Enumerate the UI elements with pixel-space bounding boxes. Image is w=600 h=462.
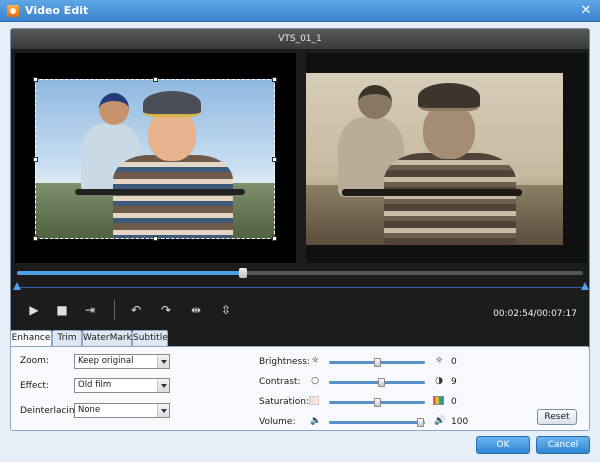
tab-trim[interactable]: Trim: [52, 330, 82, 346]
deinterlacing-select-value: None: [78, 405, 101, 415]
saturation-value: 0: [451, 397, 457, 407]
deinterlacing-select[interactable]: None: [74, 403, 170, 418]
tab-enhance[interactable]: Enhance: [10, 330, 52, 347]
chevron-down-icon[interactable]: [157, 404, 169, 417]
zoom-select[interactable]: Keep original: [74, 354, 170, 369]
enhance-panel: Zoom: Keep original Effect: Old film Dei…: [10, 346, 590, 431]
brightness-slider[interactable]: [329, 358, 425, 367]
brightness-slider-thumb[interactable]: [374, 358, 381, 367]
original-preview[interactable]: [15, 53, 296, 263]
scene-adult-head: [358, 85, 392, 119]
effect-select[interactable]: Old film: [74, 378, 170, 393]
effect-label: Effect:: [20, 381, 49, 391]
contrast-value: 9: [451, 377, 457, 387]
app-icon: [7, 5, 19, 17]
crop-handle-bottom[interactable]: [153, 236, 158, 241]
saturation-slider[interactable]: [329, 398, 425, 407]
volume-low-icon: 🔈: [310, 416, 322, 426]
saturation-slider-thumb[interactable]: [374, 398, 381, 407]
scene-bike-handlebar: [342, 189, 522, 196]
saturation-high-icon: [433, 396, 444, 405]
progress-fill: [17, 271, 244, 275]
tab-watermark[interactable]: WaterMark: [82, 330, 132, 346]
brightness-value: 0: [451, 357, 457, 367]
tab-subtitle[interactable]: Subtitle: [132, 330, 168, 346]
contrast-label: Contrast:: [259, 377, 301, 387]
crop-handle-top-left[interactable]: [33, 77, 38, 82]
volume-slider-thumb[interactable]: [417, 418, 425, 427]
volume-high-icon: 🔊: [434, 416, 446, 426]
output-video-frame: [306, 73, 563, 245]
video-player: VTS_01_1 ▶ ■ ⇥ ↶ ↷ ⇹ ⇳ 00:02:54/00:07:17: [10, 28, 590, 350]
effect-select-value: Old film: [78, 380, 112, 390]
saturation-label: Saturation:: [259, 397, 309, 407]
time-display: 00:02:54/00:07:17: [493, 309, 577, 319]
crop-handle-right[interactable]: [272, 157, 277, 162]
stop-icon[interactable]: ■: [53, 301, 71, 319]
brightness-low-icon: ☼: [310, 356, 320, 366]
video-file-name: VTS_01_1: [11, 29, 589, 49]
crop-handle-bottom-right[interactable]: [272, 236, 277, 241]
zoom-label: Zoom:: [20, 356, 49, 366]
window-title: Video Edit: [25, 4, 89, 17]
main-area: VTS_01_1 ▶ ■ ⇥ ↶ ↷ ⇹ ⇳ 00:02:54/00:07:17…: [0, 22, 600, 462]
volume-slider[interactable]: [329, 418, 425, 427]
zoom-select-value: Keep original: [78, 356, 134, 366]
flip-vertical-icon[interactable]: ⇳: [217, 301, 235, 319]
trim-end-marker[interactable]: [581, 282, 589, 290]
brightness-high-icon: ☼: [434, 356, 444, 366]
volume-label: Volume:: [259, 417, 296, 427]
trim-start-marker[interactable]: [13, 282, 21, 290]
progress-slider[interactable]: [17, 268, 583, 278]
close-button[interactable]: ✕: [578, 3, 594, 18]
crop-handle-left[interactable]: [33, 157, 38, 162]
rotate-left-icon[interactable]: ↶: [127, 301, 145, 319]
contrast-slider[interactable]: [329, 378, 425, 387]
brightness-label: Brightness:: [259, 357, 310, 367]
output-preview: [306, 53, 587, 263]
scene-child-shirt: [384, 153, 516, 245]
crop-handle-bottom-left[interactable]: [33, 236, 38, 241]
title-bar: Video Edit ✕: [0, 0, 600, 22]
contrast-slider-thumb[interactable]: [377, 378, 385, 387]
contrast-high-icon: ◑: [435, 376, 443, 386]
chevron-down-icon[interactable]: [157, 355, 169, 368]
volume-value: 100: [451, 417, 469, 427]
trim-range-track[interactable]: [17, 287, 583, 288]
contrast-low-icon: ○: [311, 376, 319, 386]
snapshot-icon[interactable]: ⇥: [81, 301, 99, 319]
cancel-button[interactable]: Cancel: [536, 436, 590, 454]
saturation-low-icon: [309, 396, 319, 405]
crop-handle-top[interactable]: [153, 77, 158, 82]
chevron-down-icon[interactable]: [157, 379, 169, 392]
play-icon[interactable]: ▶: [25, 301, 43, 319]
crop-handle-top-right[interactable]: [272, 77, 277, 82]
scene-child-helmet: [418, 83, 480, 111]
ok-button[interactable]: OK: [476, 436, 530, 454]
reset-button[interactable]: Reset: [537, 409, 577, 425]
flip-horizontal-icon[interactable]: ⇹: [187, 301, 205, 319]
progress-thumb[interactable]: [239, 268, 248, 278]
scene-child-face: [423, 103, 475, 159]
crop-frame[interactable]: [33, 77, 277, 241]
toolbar-divider: [114, 300, 115, 320]
rotate-right-icon[interactable]: ↷: [157, 301, 175, 319]
